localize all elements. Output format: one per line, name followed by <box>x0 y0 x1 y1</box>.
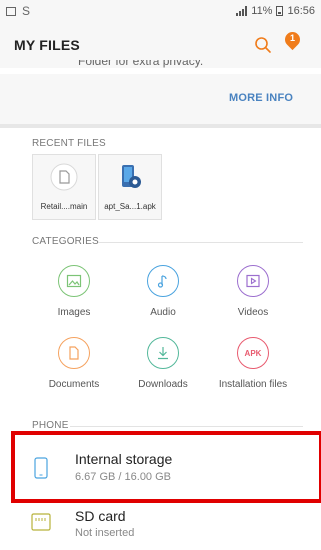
recent-file-item[interactable]: Retail....main <box>32 154 96 220</box>
apk-app-icon <box>122 165 141 188</box>
category-audio[interactable]: Audio <box>123 265 203 318</box>
sd-card-row[interactable]: SD card Not inserted <box>0 505 321 550</box>
clock: 16:56 <box>287 5 315 17</box>
more-info-link[interactable]: MORE INFO <box>229 92 293 104</box>
status-bar: S 11% 16:56 <box>0 0 321 22</box>
music-icon <box>157 275 167 288</box>
samsung-s-icon: S <box>22 4 31 18</box>
storage-title: SD card <box>75 508 126 524</box>
download-icon <box>158 347 168 360</box>
page-title: MY FILES <box>14 37 80 53</box>
category-images[interactable]: Images <box>34 265 114 318</box>
document-icon <box>69 346 79 360</box>
category-videos[interactable]: Videos <box>213 265 293 318</box>
sd-card-icon <box>31 513 51 531</box>
gallery-notification-icon <box>6 6 16 16</box>
apk-icon: APK <box>244 348 262 358</box>
search-icon[interactable] <box>254 36 272 54</box>
image-icon <box>66 274 82 288</box>
recent-file-item[interactable]: apt_Sa...1.apk <box>98 154 162 220</box>
video-icon <box>246 274 260 288</box>
category-installation-files[interactable]: APK Installation files <box>213 337 293 390</box>
divider-line <box>70 426 303 427</box>
section-divider <box>0 124 321 128</box>
notification-badge[interactable]: 1 <box>281 28 304 54</box>
phone-label: PHONE <box>32 420 69 431</box>
signal-icon <box>236 6 248 16</box>
category-documents[interactable]: Documents <box>34 337 114 390</box>
recent-files-label: RECENT FILES <box>32 138 106 149</box>
recent-file-name: apt_Sa...1.apk <box>104 202 156 211</box>
document-icon <box>50 163 78 191</box>
divider-line <box>98 242 303 243</box>
battery-icon <box>276 6 284 16</box>
info-card: MORE INFO <box>0 74 321 124</box>
cutoff-description: Folder for extra privacy. <box>78 60 204 68</box>
storage-status: Not inserted <box>75 527 135 539</box>
recent-file-name: Retail....main <box>40 202 88 211</box>
category-downloads[interactable]: Downloads <box>123 337 203 390</box>
categories-label: CATEGORIES <box>32 236 99 247</box>
battery-percent: 11% <box>251 5 273 17</box>
highlight-box <box>11 431 321 503</box>
